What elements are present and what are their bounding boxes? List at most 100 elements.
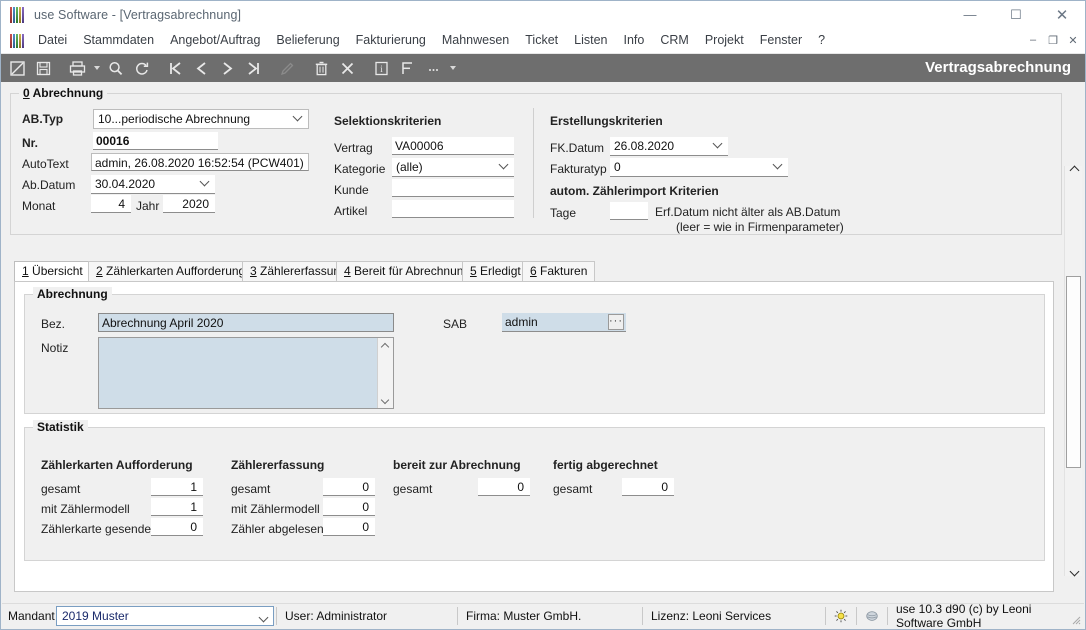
label-kunde: Kunde <box>334 183 369 197</box>
status-lizenz: Lizenz: Leoni Services <box>651 609 772 623</box>
label-ab-datum: Ab.Datum <box>22 178 76 192</box>
tab-strip: 1 Übersicht 2 Zählerkarten Aufforderung … <box>14 261 1054 281</box>
close-button[interactable]: ✕ <box>1039 1 1085 28</box>
more-dropdown-icon[interactable] <box>447 57 459 79</box>
status-bar: Mandant 2019 Muster User: Administrator … <box>2 602 1084 630</box>
page-vertical-scrollbar[interactable] <box>1064 165 1082 577</box>
hint-bulb-icon[interactable] <box>828 606 854 626</box>
import-hint-line2: (leer = wie in Firmenparameter) <box>676 220 844 234</box>
label-nr: Nr. <box>22 136 39 150</box>
ab-datum-value: 30.04.2020 <box>95 177 156 191</box>
statistik-col2-row2-label: mit Zählermodell <box>231 502 320 516</box>
menu-item-help[interactable]: ? <box>810 28 833 53</box>
minimize-button[interactable]: — <box>947 1 993 28</box>
menu-item-fakturierung[interactable]: Fakturierung <box>348 28 434 53</box>
tab-page-uebersicht: Abrechnung Bez. Abrechnung April 2020 No… <box>14 281 1054 592</box>
next-record-icon[interactable] <box>215 57 239 79</box>
mdi-minimize-button[interactable]: – <box>1023 30 1043 50</box>
previous-record-icon[interactable] <box>189 57 213 79</box>
label-jahr: Jahr <box>136 199 160 213</box>
statistik-col1-row3-label: Zählerkarte gesendet <box>41 522 155 536</box>
mdi-restore-button[interactable]: ❐ <box>1043 30 1063 50</box>
chevron-down-icon <box>294 116 303 122</box>
print-dropdown-icon[interactable] <box>91 57 103 79</box>
sab-lookup-button[interactable]: ··· <box>608 314 624 330</box>
jahr-field[interactable]: 2020 <box>163 195 215 213</box>
menu-item-angebot-auftrag[interactable]: Angebot/Auftrag <box>162 28 268 53</box>
scroll-down-icon[interactable] <box>380 395 390 405</box>
tab-zaehlerkarten-aufforderung[interactable]: 2 Zählerkarten Aufforderung <box>88 261 254 281</box>
scrollbar-down-button[interactable] <box>1067 566 1080 577</box>
bez-field[interactable]: Abrechnung April 2020 <box>98 313 394 332</box>
label-artikel: Artikel <box>334 204 368 218</box>
toolbar: i Vertragsabrechnung <box>1 54 1085 82</box>
kategorie-value: (alle) <box>396 160 423 174</box>
tab-accesskey-3: 3 <box>250 264 257 278</box>
menu-item-belieferung[interactable]: Belieferung <box>268 28 347 53</box>
menu-item-stammdaten[interactable]: Stammdaten <box>75 28 162 53</box>
kategorie-combo[interactable]: (alle) <box>392 158 514 177</box>
maximize-button[interactable]: ☐ <box>993 1 1039 28</box>
scrollbar-down-icon <box>1069 566 1080 577</box>
network-icon[interactable] <box>859 606 885 626</box>
refresh-icon[interactable] <box>129 57 153 79</box>
tab-uebersicht[interactable]: 1 Übersicht <box>14 261 91 281</box>
info-icon[interactable]: i <box>369 57 393 79</box>
scroll-up-icon[interactable] <box>380 342 390 352</box>
menu-item-info[interactable]: Info <box>616 28 653 53</box>
mandant-combo[interactable]: 2019 Muster <box>56 606 274 626</box>
last-record-icon[interactable] <box>241 57 265 79</box>
kunde-field[interactable] <box>392 179 514 197</box>
label-monat: Monat <box>22 199 56 213</box>
save-icon[interactable] <box>31 57 55 79</box>
application-window: use Software - [Vertragsabrechnung] — ☐ … <box>0 0 1086 630</box>
tab-bereit-fuer-abrechnung[interactable]: 4 Bereit für Abrechnung <box>336 261 479 281</box>
vertrag-field[interactable]: VA00006 <box>392 137 514 155</box>
first-record-icon[interactable] <box>163 57 187 79</box>
statistik-col4-row1-value: 0 <box>622 478 674 496</box>
tage-field[interactable] <box>610 202 648 220</box>
notiz-textarea[interactable] <box>98 337 394 409</box>
statistik-col1-row2-value: 1 <box>151 498 203 516</box>
menu-item-projekt[interactable]: Projekt <box>697 28 752 53</box>
status-divider-3 <box>642 607 643 625</box>
cancel-icon[interactable] <box>335 57 359 79</box>
import-criteria-title: autom. Zählerimport Kriterien <box>550 184 719 198</box>
new-record-icon[interactable] <box>5 57 29 79</box>
status-divider-5 <box>856 607 857 625</box>
nr-field[interactable]: 00016 <box>93 132 218 150</box>
tab-erledigt[interactable]: 5 Erledigt <box>462 261 529 281</box>
menu-item-crm[interactable]: CRM <box>652 28 696 53</box>
more-icon[interactable] <box>421 57 445 79</box>
resize-grip-icon[interactable] <box>1069 613 1081 625</box>
label-vertrag: Vertrag <box>334 141 373 155</box>
fakturatyp-combo[interactable]: 0 <box>610 158 788 177</box>
label-bez: Bez. <box>41 317 66 331</box>
tab-fakturen[interactable]: 6 Fakturen <box>522 261 596 281</box>
notiz-scrollbar[interactable] <box>377 338 393 408</box>
artikel-field[interactable] <box>392 200 514 218</box>
autotext-field[interactable]: admin, 26.08.2020 16:52:54 (PCW401) <box>91 153 309 171</box>
menu-item-ticket[interactable]: Ticket <box>517 28 566 53</box>
delete-icon[interactable] <box>309 57 333 79</box>
scrollbar-thumb[interactable] <box>1066 276 1081 468</box>
fk-datum-combo[interactable]: 26.08.2020 <box>610 137 728 156</box>
print-icon[interactable] <box>65 57 89 79</box>
form-icon[interactable] <box>395 57 419 79</box>
title-bar: use Software - [Vertragsabrechnung] — ☐ … <box>1 1 1085 28</box>
statistik-group: Statistik Zählerkarten Aufforderung gesa… <box>24 420 1045 561</box>
abrechnung-header-group: 0 Abrechnung AB.Typ 10...periodische Abr… <box>10 86 1062 235</box>
app-logo-icon <box>10 6 26 23</box>
search-icon[interactable] <box>103 57 127 79</box>
menu-item-fenster[interactable]: Fenster <box>752 28 810 53</box>
scrollbar-up-button[interactable] <box>1067 165 1080 176</box>
monat-field[interactable]: 4 <box>91 195 131 213</box>
ab-typ-combo[interactable]: 10...periodische Abrechnung <box>93 109 309 129</box>
menu-item-listen[interactable]: Listen <box>566 28 615 53</box>
menu-item-mahnwesen[interactable]: Mahnwesen <box>434 28 517 53</box>
chevron-down-icon-3 <box>500 164 509 170</box>
menu-item-datei[interactable]: Datei <box>30 28 75 53</box>
label-sab: SAB <box>443 317 468 331</box>
mdi-close-button[interactable]: ✕ <box>1063 30 1083 50</box>
ab-datum-combo[interactable]: 30.04.2020 <box>91 175 215 194</box>
